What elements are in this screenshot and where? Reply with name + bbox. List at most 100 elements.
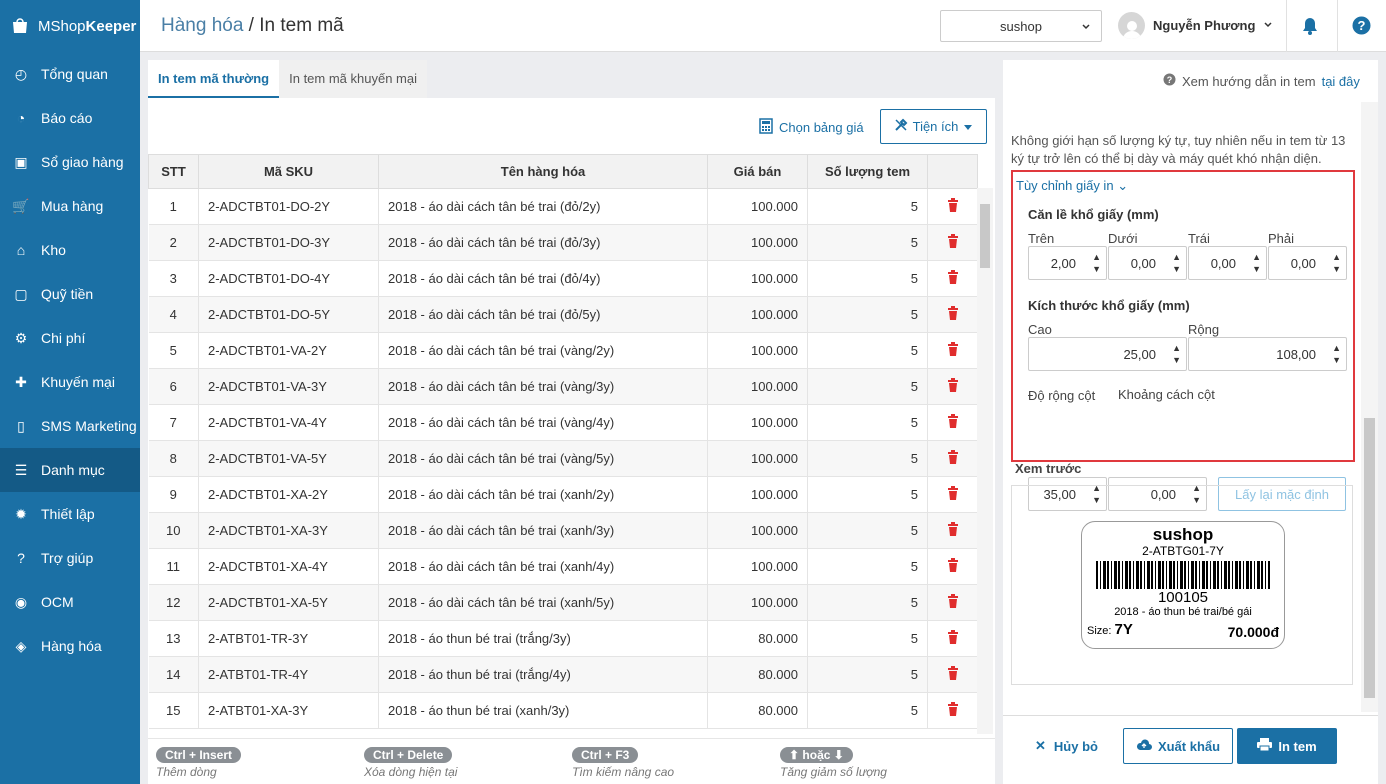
paper-height-input[interactable]: 25,00 ▲ ▼ (1028, 337, 1187, 371)
spinner-arrows-icon[interactable]: ▲ ▼ (1092, 251, 1101, 275)
trash-icon[interactable] (927, 476, 978, 513)
cell-qty[interactable]: 5 (807, 476, 928, 513)
sidebar-item-8[interactable]: ▯ SMS Marketing (0, 404, 140, 448)
app-logo[interactable]: MShopKeeper (0, 0, 140, 52)
trash-icon[interactable] (927, 224, 978, 261)
trash-icon[interactable] (927, 188, 978, 225)
scrollbar-thumb[interactable] (980, 204, 990, 268)
export-button[interactable]: Xuất khẩu (1123, 728, 1233, 764)
shortcut-key: Ctrl + Insert (156, 747, 242, 763)
sidebar-item-12[interactable]: ◉ OCM (0, 580, 140, 624)
cell-qty[interactable]: 5 (807, 296, 928, 333)
paper-width-input[interactable]: 108,00 ▲ ▼ (1188, 337, 1347, 371)
table-row[interactable]: 8 2-ADCTBT01-VA-5Y 2018 - áo dài cách tân … (148, 440, 978, 477)
table-row[interactable]: 15 2-ATBT01-XA-3Y 2018 - áo thun bé trai (… (148, 692, 978, 729)
spinner-arrows-icon[interactable]: ▲ ▼ (1332, 342, 1341, 366)
table-row[interactable]: 7 2-ADCTBT01-VA-4Y 2018 - áo dài cách tân … (148, 404, 978, 441)
table-row[interactable]: 10 2-ADCTBT01-XA-3Y 2018 - áo dài cách tân… (148, 512, 978, 549)
sidebar-item-11[interactable]: ? Trợ giúp (0, 536, 140, 580)
trash-icon[interactable] (927, 512, 978, 549)
scrollbar-thumb[interactable] (1364, 418, 1375, 698)
sidebar-item-13[interactable]: ◈ Hàng hóa (0, 624, 140, 668)
trash-icon[interactable] (927, 584, 978, 621)
shortcut-quantity: ⬆ hoặc ⬇ Tăng giảm số lượng (780, 747, 887, 779)
cell-qty[interactable]: 5 (807, 368, 928, 405)
shortcut-key: Ctrl + Delete (364, 747, 453, 763)
table-row[interactable]: 14 2-ATBT01-TR-4Y 2018 - áo thun bé trai (… (148, 656, 978, 693)
trash-icon[interactable] (927, 332, 978, 369)
sidebar-item-9[interactable]: ☰ Danh mục (0, 448, 140, 492)
cell-qty[interactable]: 5 (807, 332, 928, 369)
table-row[interactable]: 11 2-ADCTBT01-XA-4Y 2018 - áo dài cách tân… (148, 548, 978, 585)
sidebar-item-10[interactable]: ✹ Thiết lập (0, 492, 140, 536)
spinner-arrows-icon[interactable]: ▲ ▼ (1172, 342, 1181, 366)
table-row[interactable]: 13 2-ATBT01-TR-3Y 2018 - áo thun bé trai (… (148, 620, 978, 657)
trash-icon[interactable] (927, 656, 978, 693)
cell-qty[interactable]: 5 (807, 620, 928, 657)
table-row[interactable]: 12 2-ADCTBT01-XA-5Y 2018 - áo dài cách tân… (148, 584, 978, 621)
sidebar-item-5[interactable]: ▢ Quỹ tiền (0, 272, 140, 316)
settings-scrollbar[interactable] (1361, 102, 1378, 712)
table-row[interactable]: 5 2-ADCTBT01-VA-2Y 2018 - áo dài cách tân … (148, 332, 978, 369)
margin-left-input[interactable]: 0,00 ▲ ▼ (1188, 246, 1267, 280)
table-row[interactable]: 1 2-ADCTBT01-DO-2Y 2018 - áo dài cách tân … (148, 188, 978, 225)
sidebar-item-0[interactable]: ◴ Tổng quan (0, 52, 140, 96)
margin-top-input[interactable]: 2,00 ▲ ▼ (1028, 246, 1107, 280)
cell-stt: 4 (148, 296, 199, 333)
spinner-arrows-icon[interactable]: ▲ ▼ (1332, 251, 1341, 275)
sidebar-item-2[interactable]: ▣ Sổ giao hàng (0, 140, 140, 184)
trash-icon[interactable] (927, 368, 978, 405)
sidebar-item-3[interactable]: 🛒 Mua hàng (0, 184, 140, 228)
print-button[interactable]: In tem (1237, 728, 1337, 764)
cell-qty[interactable]: 5 (807, 692, 928, 729)
cell-qty[interactable]: 5 (807, 404, 928, 441)
table-row[interactable]: 4 2-ADCTBT01-DO-5Y 2018 - áo dài cách tân … (148, 296, 978, 333)
brand-suffix: Keeper (85, 17, 137, 35)
table-row[interactable]: 3 2-ADCTBT01-DO-4Y 2018 - áo dài cách tân … (148, 260, 978, 297)
table-row[interactable]: 9 2-ADCTBT01-XA-2Y 2018 - áo dài cách tân … (148, 476, 978, 513)
cell-qty[interactable]: 5 (807, 260, 928, 297)
table-scrollbar[interactable] (977, 188, 993, 734)
cell-qty[interactable]: 5 (807, 656, 928, 693)
margin-right-value: 0,00 (1290, 255, 1316, 271)
help-icon[interactable]: ? (1352, 16, 1371, 38)
cell-qty[interactable]: 5 (807, 188, 928, 225)
cell-qty[interactable]: 5 (807, 224, 928, 261)
table-row[interactable]: 6 2-ADCTBT01-VA-3Y 2018 - áo dài cách tân … (148, 368, 978, 405)
trash-icon[interactable] (927, 548, 978, 585)
guide-link[interactable]: tại đây (1322, 74, 1360, 89)
choose-price-list-button[interactable]: Chọn bảng giá (759, 118, 864, 137)
margin-bottom-input[interactable]: 0,00 ▲ ▼ (1108, 246, 1187, 280)
cell-qty[interactable]: 5 (807, 512, 928, 549)
sidebar-item-6[interactable]: ⚙ Chi phí (0, 316, 140, 360)
custom-paper-toggle[interactable]: Tùy chỉnh giấy in ⌄ (1016, 178, 1128, 194)
tab-promo-label[interactable]: In tem mã khuyến mại (279, 60, 427, 98)
cell-qty[interactable]: 5 (807, 584, 928, 621)
brand-prefix: MShop (38, 17, 86, 35)
sidebar-item-label: Quỹ tiền (41, 286, 94, 302)
trash-icon[interactable] (927, 260, 978, 297)
tab-regular-label[interactable]: In tem mã thường (148, 60, 280, 98)
trash-icon[interactable] (927, 620, 978, 657)
store-select[interactable]: sushop (940, 10, 1102, 42)
spinner-arrows-icon[interactable]: ▲ ▼ (1172, 251, 1181, 275)
cell-qty[interactable]: 5 (807, 548, 928, 585)
trash-icon[interactable] (927, 296, 978, 333)
bell-icon[interactable] (1301, 16, 1319, 39)
user-menu[interactable]: Nguyễn Phương (1118, 12, 1273, 39)
sidebar-item-7[interactable]: ✚ Khuyến mại (0, 360, 140, 404)
cancel-button[interactable]: ✕ Hủy bỏ (1035, 738, 1098, 754)
breadcrumb-parent[interactable]: Hàng hóa (161, 15, 243, 36)
sidebar-item-4[interactable]: ⌂ Kho (0, 228, 140, 272)
cell-sku: 2-ADCTBT01-VA-4Y (198, 404, 379, 441)
spinner-arrows-icon[interactable]: ▲ ▼ (1252, 251, 1261, 275)
cell-sku: 2-ADCTBT01-XA-5Y (198, 584, 379, 621)
table-row[interactable]: 2 2-ADCTBT01-DO-3Y 2018 - áo dài cách tân … (148, 224, 978, 261)
sidebar-item-1[interactable]: ◔ Báo cáo (0, 96, 140, 140)
trash-icon[interactable] (927, 692, 978, 729)
cell-qty[interactable]: 5 (807, 440, 928, 477)
margin-right-input[interactable]: 0,00 ▲ ▼ (1268, 246, 1347, 280)
utilities-button[interactable]: Tiện ích (880, 109, 987, 144)
trash-icon[interactable] (927, 440, 978, 477)
trash-icon[interactable] (927, 404, 978, 441)
